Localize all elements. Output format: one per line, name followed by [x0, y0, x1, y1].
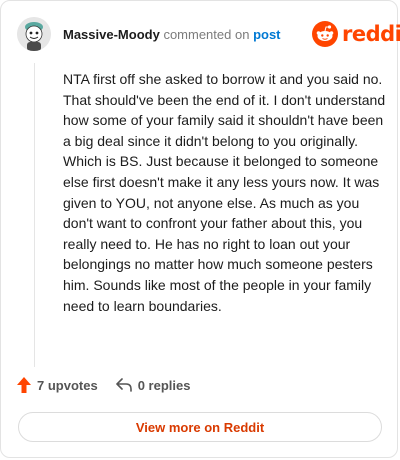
- snoo-avatar-icon: [17, 17, 51, 51]
- username-link[interactable]: Massive-Moody: [63, 27, 160, 42]
- upvote-count: 7 upvotes: [37, 377, 98, 393]
- view-more-button[interactable]: View more on Reddit: [18, 412, 382, 442]
- thread-line: [34, 63, 35, 367]
- comment-actions: 7 upvotes 0 replies: [17, 377, 208, 393]
- reddit-logo-icon: [312, 21, 338, 47]
- reply-count: 0 replies: [137, 377, 191, 393]
- action-text: commented on: [163, 27, 250, 42]
- logo-text: reddit: [342, 22, 400, 46]
- reddit-logo[interactable]: reddit: [312, 21, 400, 47]
- post-link[interactable]: post: [253, 27, 280, 42]
- reply-arrow-icon: [115, 378, 132, 392]
- upvote-button[interactable]: 7 upvotes: [17, 377, 98, 393]
- comment-card: Massive-Moody commented on post reddit N…: [0, 0, 400, 458]
- comment-header: Massive-Moody commented on post: [63, 27, 281, 42]
- reply-button[interactable]: 0 replies: [115, 377, 191, 393]
- comment-body: NTA first off she asked to borrow it and…: [63, 71, 386, 314]
- upvote-arrow-icon: [17, 377, 31, 393]
- avatar[interactable]: [17, 17, 51, 51]
